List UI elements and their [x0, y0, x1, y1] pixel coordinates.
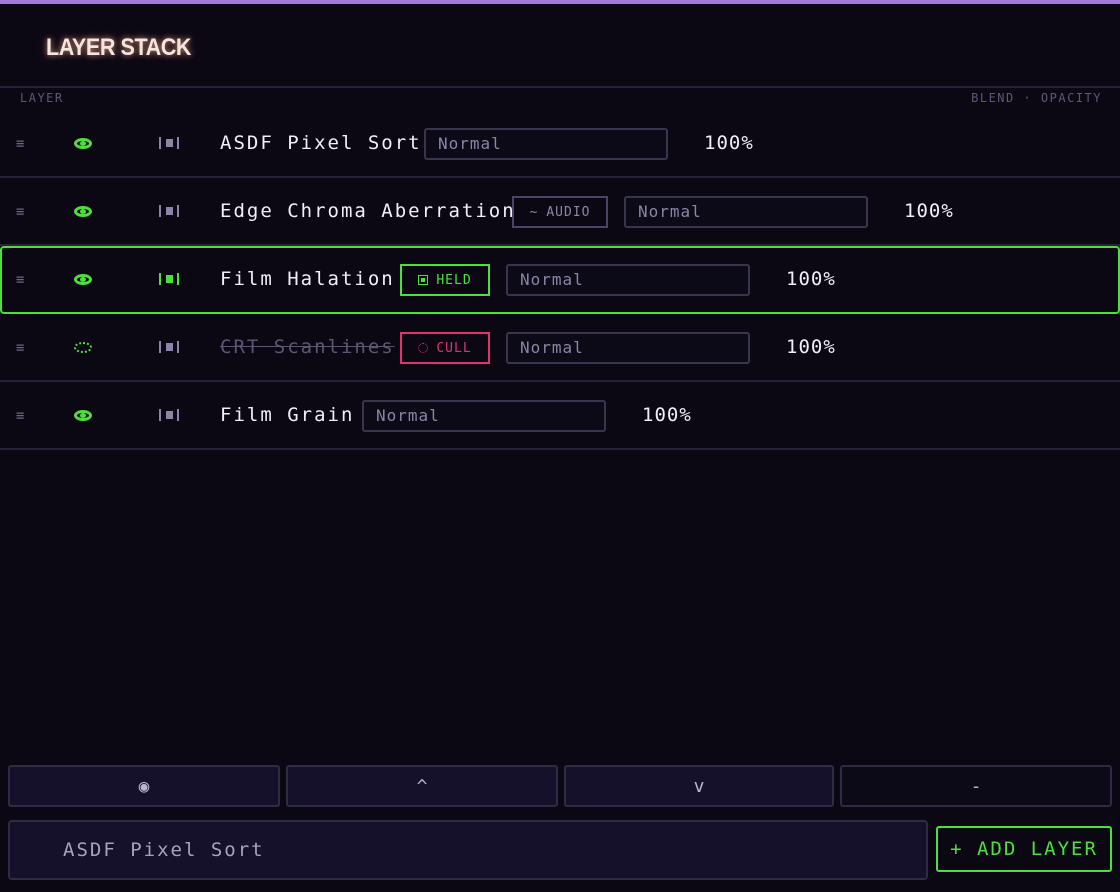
solo-icon[interactable]	[159, 272, 179, 286]
blend-mode-select[interactable]: Normal	[424, 128, 668, 160]
solo-icon[interactable]	[159, 408, 179, 422]
layer-name: Edge Chroma Aberration	[220, 200, 516, 222]
solo-icon[interactable]	[159, 136, 179, 150]
held-icon	[418, 275, 429, 285]
audio-badge[interactable]: ~ AUDIO	[512, 196, 608, 228]
move-up-button[interactable]: ^	[286, 765, 558, 807]
header-divider	[0, 86, 1120, 88]
cull-badge[interactable]: CULL	[400, 332, 490, 364]
column-header-layer: LAYER	[20, 91, 64, 105]
opacity-value[interactable]: 100%	[904, 200, 954, 222]
layer-row[interactable]: ≡ ASDF Pixel Sort Normal 100%	[0, 110, 1120, 178]
move-down-button[interactable]: v	[564, 765, 834, 807]
toggle-visibility-button[interactable]: ◉	[8, 765, 280, 807]
visibility-eye-icon[interactable]	[74, 138, 92, 149]
new-layer-select[interactable]: ASDF Pixel Sort	[8, 820, 928, 880]
cull-icon	[418, 343, 429, 353]
drag-handle-icon[interactable]: ≡	[16, 204, 30, 220]
opacity-value[interactable]: 100%	[642, 404, 692, 426]
layer-name: ASDF Pixel Sort	[220, 132, 422, 154]
layer-row[interactable]: ≡ CRT Scanlines CULL Normal 100%	[0, 314, 1120, 382]
drag-handle-icon[interactable]: ≡	[16, 272, 30, 288]
visibility-eye-icon[interactable]	[74, 274, 92, 285]
layer-row-selected[interactable]: ≡ Film Halation HELD Normal 100%	[0, 246, 1120, 314]
badge-label: AUDIO	[546, 204, 591, 220]
layer-row[interactable]: ≡ Edge Chroma Aberration ~ AUDIO Normal …	[0, 178, 1120, 246]
visibility-eye-icon[interactable]	[74, 410, 92, 421]
column-header-blend-opacity: BLEND · OPACITY	[971, 91, 1102, 105]
blend-mode-select[interactable]: Normal	[506, 264, 750, 296]
visibility-eye-icon[interactable]	[74, 206, 92, 217]
opacity-value[interactable]: 100%	[786, 268, 836, 290]
badge-label: CULL	[436, 340, 472, 356]
visibility-eye-off-icon[interactable]	[74, 342, 92, 353]
remove-layer-button[interactable]: -	[840, 765, 1112, 807]
badge-label: HELD	[436, 272, 472, 288]
drag-handle-icon[interactable]: ≡	[16, 136, 30, 152]
layer-name: Film Halation	[220, 268, 395, 290]
drag-handle-icon[interactable]: ≡	[16, 408, 30, 424]
layer-name: CRT Scanlines	[220, 336, 395, 358]
blend-mode-select[interactable]: Normal	[362, 400, 606, 432]
layer-row[interactable]: ≡ Film Grain Normal 100%	[0, 382, 1120, 450]
opacity-value[interactable]: 100%	[704, 132, 754, 154]
audio-wave-icon: ~	[529, 204, 539, 220]
blend-mode-select[interactable]: Normal	[624, 196, 868, 228]
solo-icon[interactable]	[159, 204, 179, 218]
held-badge[interactable]: HELD	[400, 264, 490, 296]
panel-title: LAYER STACK	[46, 34, 192, 61]
blend-mode-select[interactable]: Normal	[506, 332, 750, 364]
solo-icon[interactable]	[159, 340, 179, 354]
accent-bar	[0, 0, 1120, 4]
add-layer-button[interactable]: + ADD LAYER	[936, 826, 1112, 872]
drag-handle-icon[interactable]: ≡	[16, 340, 30, 356]
opacity-value[interactable]: 100%	[786, 336, 836, 358]
layer-name: Film Grain	[220, 404, 355, 426]
